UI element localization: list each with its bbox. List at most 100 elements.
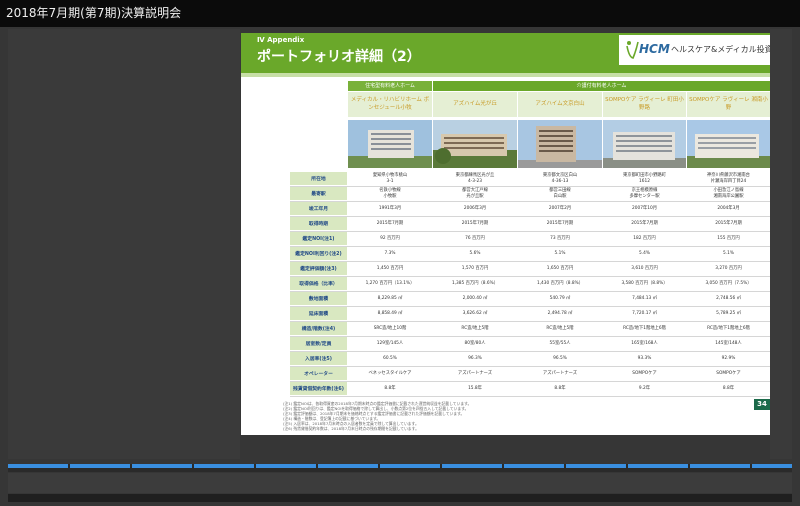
logo-brand: HCM [639, 42, 670, 56]
table-cell: 165室/168人 [631, 340, 658, 346]
table-cell: 東京都町田市小野路町 1612 [623, 173, 666, 184]
header-band [241, 73, 770, 77]
slide: Ⅳ Appendix ポートフォリオ詳細（2） HCM ヘルスケア&メディカル投… [241, 33, 770, 435]
timeline-segment[interactable] [8, 464, 68, 468]
timeline-segment[interactable] [442, 464, 502, 468]
table-cell: 2015年7月期 [631, 220, 658, 226]
table-cell: 都営三田線 白山駅 [549, 188, 571, 199]
table-cell: 8.8年 [384, 385, 396, 391]
table-cell: 名鉄小牧線 小牧駅 [379, 188, 401, 199]
table-cell: 3,050 百万円（7.5%） [705, 280, 752, 286]
row-divider [290, 396, 770, 397]
timeline-track-3 [8, 494, 792, 502]
table-cell: 96.5% [553, 355, 567, 361]
table-cell: 5,789.25 ㎡ [716, 310, 741, 316]
group-header-nursing: 介護付有料老人ホーム [433, 81, 770, 91]
table-cell: 3,270 百万円 [715, 265, 742, 271]
right-panel [770, 29, 792, 459]
table-cell: 2006年3月 [463, 205, 487, 211]
timeline-segment[interactable] [318, 464, 378, 468]
facility-name: アズハイム光が丘 [433, 92, 517, 117]
table-cell: 15.8年 [468, 385, 482, 391]
table-cell: 7,720.17 ㎡ [632, 310, 657, 316]
table-cell: 2,748.56 ㎡ [716, 295, 741, 301]
table-cell: RC造/地上5階 [461, 325, 489, 331]
facility-photo [518, 120, 602, 168]
timeline-segment[interactable] [132, 464, 192, 468]
table-cell: RC造/地下1階地上6階 [707, 325, 750, 331]
row-label: 鑑定NOI利回り(注2) [290, 247, 347, 260]
table-cell: 7.3% [384, 250, 396, 256]
table-cell: 小田急江ノ島線 湘南海岸公園駅 [713, 188, 744, 199]
table-cell: 2007年2月 [548, 205, 572, 211]
facility-name: アズハイム文京白山 [518, 92, 602, 117]
table-cell: 76 百万円 [465, 235, 485, 241]
facility-name: メディカル・リハビリホーム ボンセジュール小牧 [348, 92, 432, 117]
facility-photo [687, 120, 770, 168]
timeline-segment[interactable] [566, 464, 626, 468]
timeline-segment[interactable] [380, 464, 440, 468]
facility-photo [348, 120, 432, 168]
table-cell: 1,450 百万円 [376, 265, 404, 271]
logo-company: ヘルスケア&メディカル投資法人 [671, 45, 770, 54]
table-cell: 3,610 百万円 [631, 265, 658, 271]
table-cell: 8.8年 [722, 385, 735, 391]
timeline-segment[interactable] [628, 464, 688, 468]
table-cell: アズパートナーズ [457, 370, 493, 376]
table-cell: 1,270 百万円（13.1%） [365, 280, 415, 286]
timeline-segment[interactable] [504, 464, 564, 468]
table-cell: 73 百万円 [550, 235, 570, 241]
table-cell: 55室/55人 [549, 340, 571, 346]
logo: HCM ヘルスケア&メディカル投資法人 [619, 35, 770, 65]
table-cell: 2004年3月 [717, 205, 740, 211]
table-cell: 93.3% [637, 355, 652, 361]
table-cell: 92.9% [721, 355, 736, 361]
timeline-track[interactable] [8, 464, 792, 472]
table-cell: 5.1% [554, 250, 566, 256]
table-cell: 5.6% [469, 250, 481, 256]
table-cell: 愛知県小牧市桃山 3-1 [372, 173, 408, 184]
left-panel [8, 29, 240, 459]
facility-name: SOMPOケア ラヴィーレ 湘南小野 [687, 92, 770, 117]
table-cell: アズパートナーズ [542, 370, 578, 376]
table-cell: 9.2年 [638, 385, 651, 391]
row-label: 鑑定評価額(注3) [290, 262, 347, 275]
row-label: 取得価格（比率） [290, 277, 347, 290]
table-cell: 540.79 ㎡ [549, 295, 571, 301]
table-cell: RC造/地下1階地上6階 [623, 325, 666, 331]
facility-photo [603, 120, 686, 168]
table-cell: 80室/80人 [464, 340, 486, 346]
table-cell: 2015年7月期 [546, 220, 574, 226]
table-cell: 3,626.62 ㎡ [462, 310, 488, 316]
hcm-logo-icon [626, 41, 639, 59]
table-cell: 東京都文京区白山 4-36-13 [542, 173, 578, 184]
table-cell: 都営大江戸線 光が丘駅 [462, 188, 488, 199]
timeline-segment[interactable] [752, 464, 792, 468]
row-label: 居室数/定員 [290, 337, 347, 350]
table-cell: 5.4% [639, 250, 650, 256]
footnotes: (注1) 鑑定NOIは、各取得資産の2018年7月期末時点の鑑定評価書に記載され… [283, 401, 763, 431]
section-label: Ⅳ Appendix [257, 36, 305, 44]
row-label: 竣工年月 [290, 202, 347, 215]
table-cell: 神奈川県藤沢市湘南台 片瀬海岸四丁目24 [707, 173, 750, 184]
timeline-segment[interactable] [194, 464, 254, 468]
table-cell: 8,229.85 ㎡ [377, 295, 403, 301]
table-cell: 2,494.78 ㎡ [547, 310, 573, 316]
table-cell: 1,430 百万円（8.8%） [536, 280, 584, 286]
row-label: 入居率(注5) [290, 352, 347, 365]
row-label: オペレーター [290, 367, 347, 380]
table-cell: RC造/地上5階 [546, 325, 574, 331]
row-label: 取得時期 [290, 217, 347, 230]
table-cell: 2,000.40 ㎡ [462, 295, 488, 301]
row-label: 最寄駅 [290, 187, 347, 200]
timeline-segment[interactable] [70, 464, 130, 468]
table-cell: 2015年7月期 [715, 220, 742, 226]
row-label: 鑑定NOI(注1) [290, 232, 347, 245]
row-label: 敷地面積 [290, 292, 347, 305]
facility-photo [433, 120, 517, 168]
timeline-segment[interactable] [690, 464, 750, 468]
timeline-segment[interactable] [256, 464, 316, 468]
table-cell: 60.5% [383, 355, 397, 361]
table-cell: 145室/148人 [715, 340, 742, 346]
page-number: 34 [754, 399, 770, 410]
